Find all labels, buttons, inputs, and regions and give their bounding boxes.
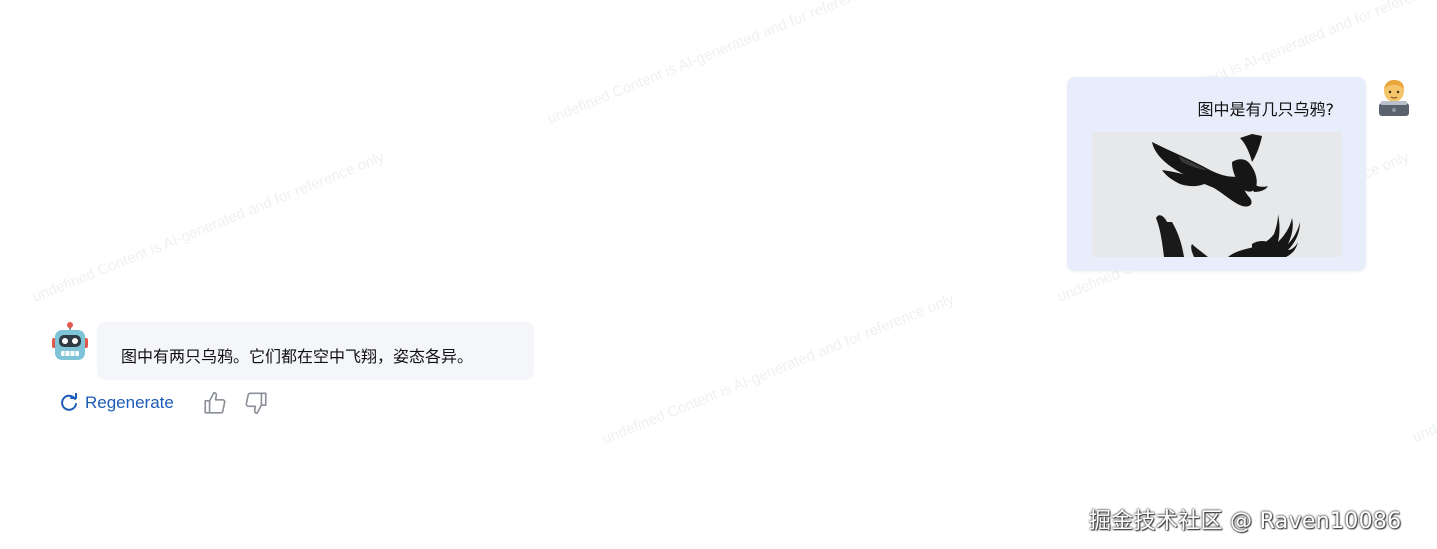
thumbs-up-icon <box>204 391 226 414</box>
regenerate-button[interactable]: Regenerate <box>59 393 174 413</box>
watermark-text: undefined Content is AI-generated and fo… <box>1410 288 1437 446</box>
user-message-bubble: 图中是有几只乌鸦? <box>1067 77 1366 271</box>
bot-message-bubble: 图中有两只乌鸦。它们都在空中飞翔，姿态各异。 <box>97 322 534 380</box>
regenerate-label: Regenerate <box>85 393 174 412</box>
refresh-icon <box>61 393 77 411</box>
watermark-text: undefined Content is AI-generated and fo… <box>545 0 902 128</box>
crows-image[interactable] <box>1092 132 1342 257</box>
bot-avatar <box>51 322 89 362</box>
thumbs-down-icon <box>245 392 267 415</box>
user-message-text: 图中是有几只乌鸦? <box>1197 100 1335 119</box>
footer-credit: 掘金技术社区 @ Raven10086 <box>1089 509 1402 534</box>
man-technologist-icon <box>1379 80 1409 116</box>
user-avatar <box>1377 79 1411 117</box>
robot-icon <box>52 322 88 360</box>
watermark-text: undefined Content is AI-generated and fo… <box>600 290 957 448</box>
bot-message-text: 图中有两只乌鸦。它们都在空中飞翔，姿态各异。 <box>121 347 474 366</box>
watermark-text: undefined Content is AI-generated and fo… <box>30 148 387 306</box>
like-button[interactable] <box>202 390 228 416</box>
dislike-button[interactable] <box>243 390 269 416</box>
crows-photo <box>1092 132 1342 257</box>
